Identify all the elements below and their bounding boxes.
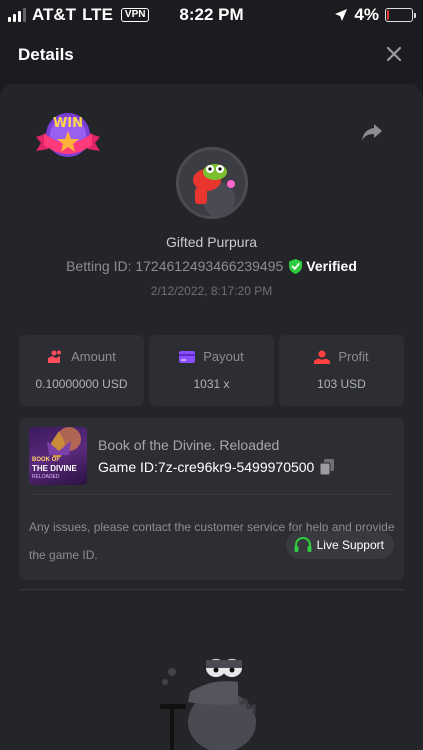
stat-amount-label: Amount — [71, 349, 116, 364]
close-icon[interactable] — [385, 45, 403, 63]
battery-icon — [385, 8, 416, 22]
details-header: Details — [0, 28, 423, 84]
stat-profit: Profit 103 USD — [279, 335, 404, 406]
copy-icon[interactable] — [320, 459, 335, 475]
location-arrow-icon — [335, 9, 348, 21]
win-badge-text: WIN — [53, 116, 83, 131]
stat-profit-label: Profit — [338, 349, 369, 364]
stat-amount: Amount 0.10000000 USD — [19, 335, 144, 406]
stat-profit-value: 103 USD — [317, 377, 366, 391]
verified-badge: Verified — [289, 258, 357, 274]
payout-card-icon — [179, 350, 196, 363]
avatar — [176, 147, 248, 219]
share-icon[interactable] — [361, 122, 383, 142]
amount-icon — [48, 350, 62, 363]
stat-amount-value: 0.10000000 USD — [35, 377, 128, 391]
stat-payout-value: 1031 x — [193, 377, 230, 391]
stat-payout: Payout 1031 x — [149, 335, 274, 406]
game-thumb-line2: THE DIVINE — [32, 464, 77, 473]
game-thumbnail[interactable]: BOOK OF THE DIVINE RELOADED — [29, 427, 87, 485]
game-info: BOOK OF THE DIVINE RELOADED Book of the … — [19, 418, 404, 580]
profit-icon — [314, 350, 331, 364]
stat-amount-head: Amount — [19, 349, 144, 364]
status-right: 4% — [334, 5, 416, 25]
win-badge-icon: WIN — [36, 113, 100, 157]
crocodile-avatar-icon — [179, 150, 245, 216]
stat-profit-head: Profit — [279, 349, 404, 364]
game-thumb-line1: BOOK OF — [32, 457, 60, 463]
live-support-label: Live Support — [316, 538, 384, 552]
game-divider — [29, 494, 394, 495]
bet-date: 2/12/2022, 8:17:20 PM — [150, 284, 273, 298]
live-support-button[interactable]: Live Support — [285, 531, 394, 559]
page-title: Details — [18, 45, 74, 64]
status-bar: AT&T LTE VPN 8:22 PM 4% — [0, 0, 423, 28]
game-thumb-line3: RELOADED — [32, 474, 60, 480]
game-id-row: Game ID:7z-cre96kr9-5499970500 — [98, 459, 335, 475]
stats-row: Amount 0.10000000 USD Payout 1031 x Prof… — [19, 335, 404, 406]
crocodile-mascot-icon — [160, 659, 256, 750]
headset-icon — [294, 537, 312, 552]
section-divider — [19, 589, 404, 590]
bet-details-card: WIN Gifted Purpura Betting ID: 172461249… — [0, 84, 423, 750]
stat-payout-label: Payout — [203, 349, 244, 364]
stat-payout-head: Payout — [149, 349, 274, 364]
betting-id: Betting ID: 1724612493466239495 — [66, 258, 284, 274]
verified-label: Verified — [306, 258, 357, 274]
username: Gifted Purpura — [165, 234, 258, 250]
battery-level — [387, 10, 389, 20]
betting-id-row: Betting ID: 1724612493466239495 Verified — [0, 258, 423, 274]
game-id: Game ID:7z-cre96kr9-5499970500 — [98, 459, 315, 475]
verified-shield-icon — [289, 258, 303, 274]
battery-percent: 4% — [354, 5, 379, 24]
game-name[interactable]: Book of the Divine. Reloaded — [98, 437, 279, 453]
